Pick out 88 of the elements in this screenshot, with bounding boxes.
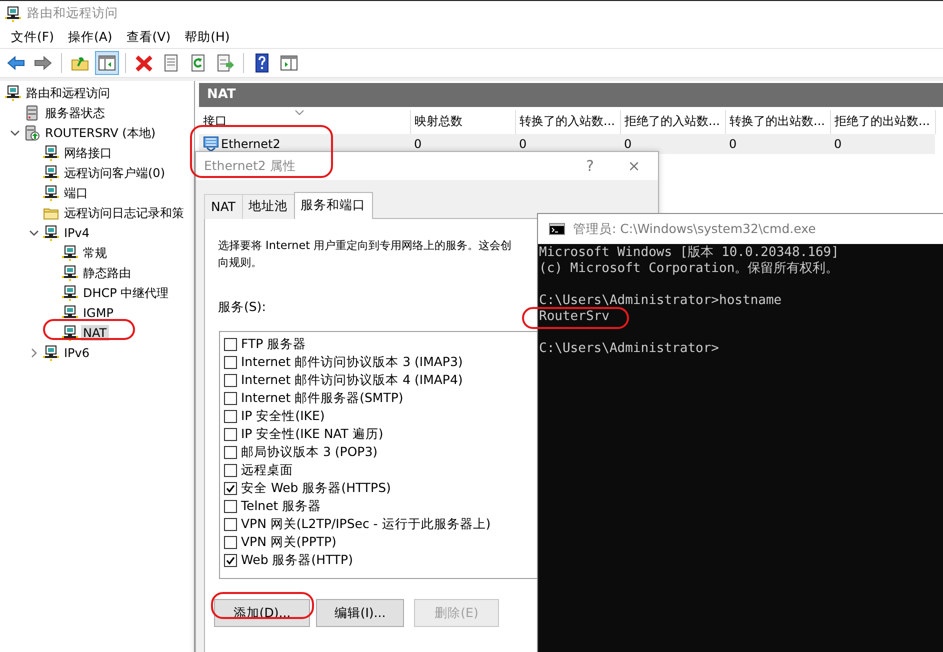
checkbox[interactable]: [224, 410, 237, 422]
service-label: Internet 邮件访问协议版本 4 (IMAP4): [241, 372, 463, 388]
checkbox[interactable]: [224, 392, 237, 404]
menu-item[interactable]: 查看(V): [119, 26, 178, 48]
tree-item[interactable]: DHCP 中继代理: [81, 284, 171, 302]
window-title: 路由和远程访问: [27, 5, 118, 22]
menu-item[interactable]: 操作(A): [60, 26, 120, 48]
tree-item[interactable]: 静态路由: [81, 264, 133, 282]
menu-item[interactable]: 帮助(H): [178, 26, 237, 48]
tree-item[interactable]: 端口: [62, 184, 90, 202]
checkbox[interactable]: [224, 338, 237, 350]
service-label: Internet 邮件访问协议版本 3 (IMAP3): [241, 354, 463, 370]
tab[interactable]: NAT: [204, 194, 243, 219]
service-label: FTP 服务器: [241, 336, 306, 352]
help-button[interactable]: ?: [570, 157, 610, 175]
service-label: 邮局协议版本 3 (POP3): [241, 444, 378, 460]
table-cell: Ethernet2: [221, 137, 280, 151]
tree-item[interactable]: 常规: [81, 244, 109, 262]
table-cell: 0: [519, 137, 527, 151]
console-line: (c) Microsoft Corporation。保留所有权利。: [539, 261, 839, 277]
network-node-icon: [62, 245, 78, 261]
service-label: Web 服务器(HTTP): [241, 552, 353, 568]
tab[interactable]: 地址池: [242, 194, 295, 219]
network-node-icon: [62, 325, 78, 341]
service-label: IP 安全性(IKE NAT 遍历): [241, 426, 384, 442]
checkbox[interactable]: [224, 464, 237, 476]
checkbox[interactable]: [224, 500, 237, 512]
service-label: 安全 Web 服务器(HTTPS): [241, 480, 391, 496]
network-node-icon: [5, 6, 21, 22]
collapse-icon[interactable]: [28, 228, 38, 238]
table-cell: 0: [729, 137, 737, 151]
network-node-icon: [43, 225, 59, 241]
description-text: 选择要将 Internet 用户重定向到专用网络上的服务。这会创: [218, 238, 512, 254]
tab[interactable]: 服务和端口: [294, 192, 373, 219]
tree-item[interactable]: IPv4: [62, 225, 92, 241]
network-node-icon: [43, 185, 59, 201]
dialog-title: Ethernet2 属性: [204, 158, 297, 174]
network-node-icon: [62, 285, 78, 301]
network-node-icon: [43, 145, 59, 161]
table-cell: 0: [414, 137, 422, 151]
sort-icon: [295, 110, 304, 115]
service-label: VPN 网关(L2TP/IPSec - 运行于此服务器上): [241, 516, 491, 532]
network-node-icon: [43, 345, 59, 361]
server-icon: [24, 105, 40, 121]
tree-item[interactable]: 远程访问客户端(0): [62, 164, 167, 182]
network-node-icon: [5, 85, 21, 101]
checkbox[interactable]: [224, 536, 237, 548]
network-node-icon: [62, 305, 78, 321]
tree-item[interactable]: IPv6: [62, 345, 92, 361]
tree-item[interactable]: 路由和远程访问: [24, 84, 112, 102]
service-label: IP 安全性(IKE): [241, 408, 325, 424]
service-label: VPN 网关(PPTP): [241, 534, 336, 550]
description-text: 向规则。: [218, 255, 262, 271]
table-cell: 0: [834, 137, 842, 151]
checkbox[interactable]: [224, 428, 237, 440]
menu-item[interactable]: 文件(F): [4, 26, 61, 48]
console-line: Microsoft Windows [版本 10.0.20348.169]: [539, 245, 839, 261]
tree-item[interactable]: 远程访问日志记录和策: [62, 204, 186, 222]
table-cell: 0: [624, 137, 632, 151]
network-node-icon: [62, 265, 78, 281]
console-line: C:\Users\Administrator>hostname: [539, 293, 782, 309]
server-icon: [24, 125, 40, 141]
tree-item[interactable]: 服务器状态: [43, 104, 107, 122]
checkbox[interactable]: [224, 446, 237, 458]
service-label: 远程桌面: [241, 462, 293, 478]
checkbox[interactable]: [224, 554, 237, 566]
service-label: Telnet 服务器: [241, 498, 322, 514]
console-line: RouterSrv: [539, 309, 610, 325]
service-label: Internet 邮件服务器(SMTP): [241, 390, 404, 406]
tree-item[interactable]: 网络接口: [62, 144, 114, 162]
checkbox[interactable]: [224, 374, 237, 386]
network-node-icon: [43, 165, 59, 181]
check-icon: [226, 556, 235, 564]
expand-icon[interactable]: [28, 348, 38, 358]
checkbox[interactable]: [224, 482, 237, 494]
tree-item[interactable]: ROUTERSRV (本地): [43, 124, 158, 142]
collapse-icon[interactable]: [10, 128, 20, 138]
check-icon: [226, 484, 235, 492]
pane-title: NAT: [199, 83, 943, 107]
checkbox[interactable]: [224, 518, 237, 530]
checkbox[interactable]: [224, 356, 237, 368]
window-title: 管理员: C:\Windows\system32\cmd.exe: [573, 220, 816, 238]
close-button[interactable]: ×: [614, 157, 654, 175]
list-label: 服务(S):: [218, 299, 266, 316]
console-line: C:\Users\Administrator>: [539, 341, 720, 357]
console-icon: [549, 223, 565, 235]
tree-item[interactable]: IGMP: [81, 305, 116, 321]
dialog-button[interactable]: 编辑(I)...: [316, 599, 404, 627]
